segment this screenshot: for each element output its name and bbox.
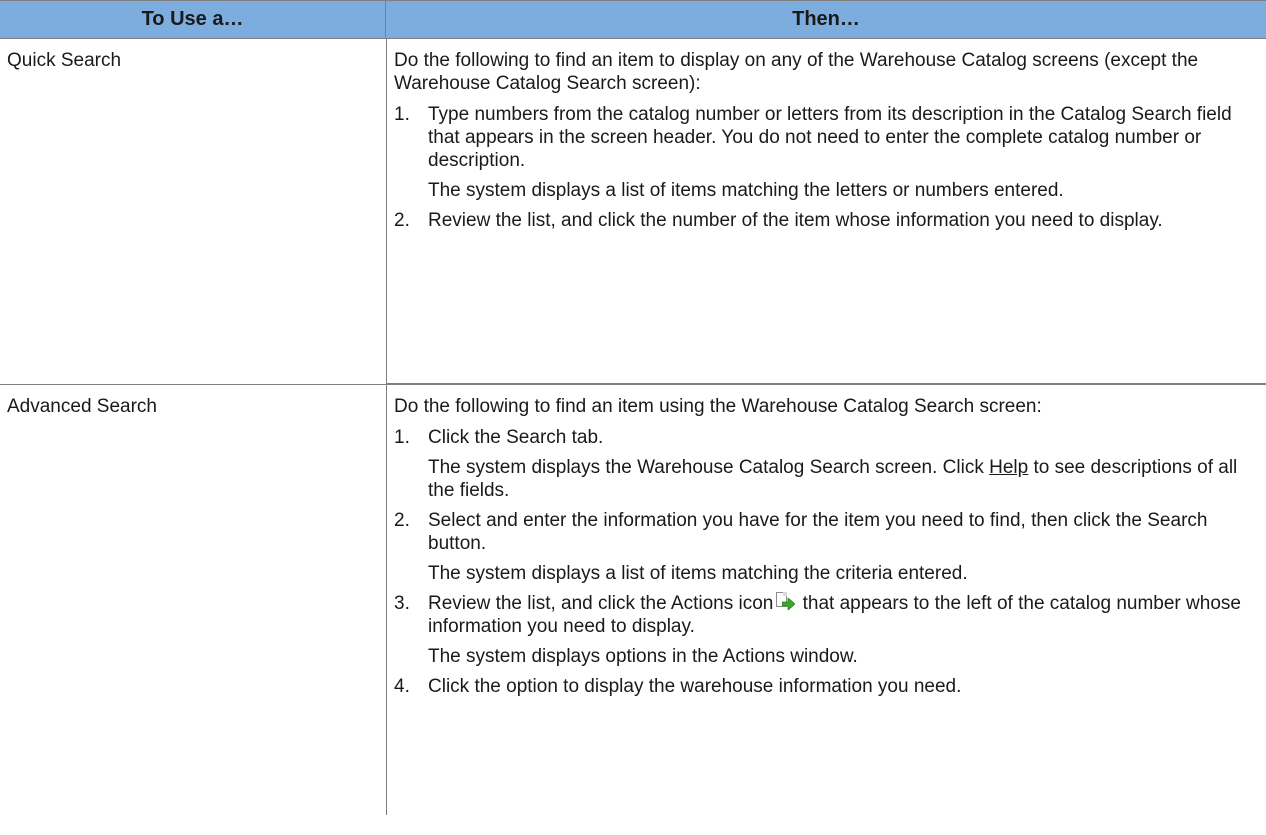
step-text: Click the Search tab. <box>428 427 604 448</box>
intro-text: Do the following to find an item to disp… <box>394 50 1199 94</box>
step-item: 1. Type numbers from the catalog number … <box>394 103 1250 172</box>
step-item: 2. Review the list, and click the number… <box>394 209 1250 232</box>
note-text-before-link: The system displays the Warehouse Catalo… <box>428 457 990 478</box>
table-row: Advanced Search Do the following to find… <box>0 384 1266 815</box>
step-text: Type numbers from the catalog number or … <box>428 104 1232 171</box>
table-row: Quick Search Do the following to find an… <box>0 39 1266 375</box>
row-label-quick-search: Quick Search <box>7 50 122 71</box>
row-label-advanced-search: Advanced Search <box>0 384 386 815</box>
header-then: Then… <box>792 8 860 30</box>
step-note: The system displays a list of items matc… <box>428 180 1064 201</box>
step-number: 1. <box>394 104 410 125</box>
step-note: The system displays a list of items matc… <box>428 563 968 584</box>
help-link[interactable]: Help <box>989 457 1028 478</box>
step-number: 1. <box>394 427 410 448</box>
row-content-quick-search: Do the following to find an item to disp… <box>386 39 1266 375</box>
step-text: Review the list, and click the Actions i… <box>428 592 1250 638</box>
step-text: Select and enter the information you hav… <box>428 510 1208 554</box>
step-item: 1. Click the Search tab. <box>394 426 1250 449</box>
step-number: 2. <box>394 210 410 231</box>
step-text: Review the list, and click the number of… <box>428 210 1163 231</box>
row-content-advanced-search: Do the following to find an item using t… <box>386 384 1266 815</box>
step-number: 2. <box>394 510 410 531</box>
step-number: 4. <box>394 676 410 697</box>
header-to-use: To Use a… <box>0 1 386 38</box>
instruction-table: To Use a… Then… Quick Search Do the foll… <box>0 0 1266 815</box>
step-text: Click the option to display the warehous… <box>428 676 962 697</box>
page-with-green-arrow-icon <box>775 592 796 612</box>
table-header-row: To Use a… Then… <box>0 0 1266 39</box>
intro-text: Do the following to find an item using t… <box>394 396 1042 417</box>
step-note: The system displays options in the Actio… <box>428 646 858 667</box>
step-number: 3. <box>394 593 410 614</box>
step-note: The system displays the Warehouse Catalo… <box>428 456 1250 502</box>
step-item: 2. Select and enter the information you … <box>394 509 1250 555</box>
step-item: 3. Review the list, and click the Action… <box>394 592 1250 638</box>
step-text-before-icon: Review the list, and click the Actions i… <box>428 593 774 614</box>
step-item: 4. Click the option to display the wareh… <box>394 675 1250 698</box>
separator-right <box>386 375 1266 384</box>
